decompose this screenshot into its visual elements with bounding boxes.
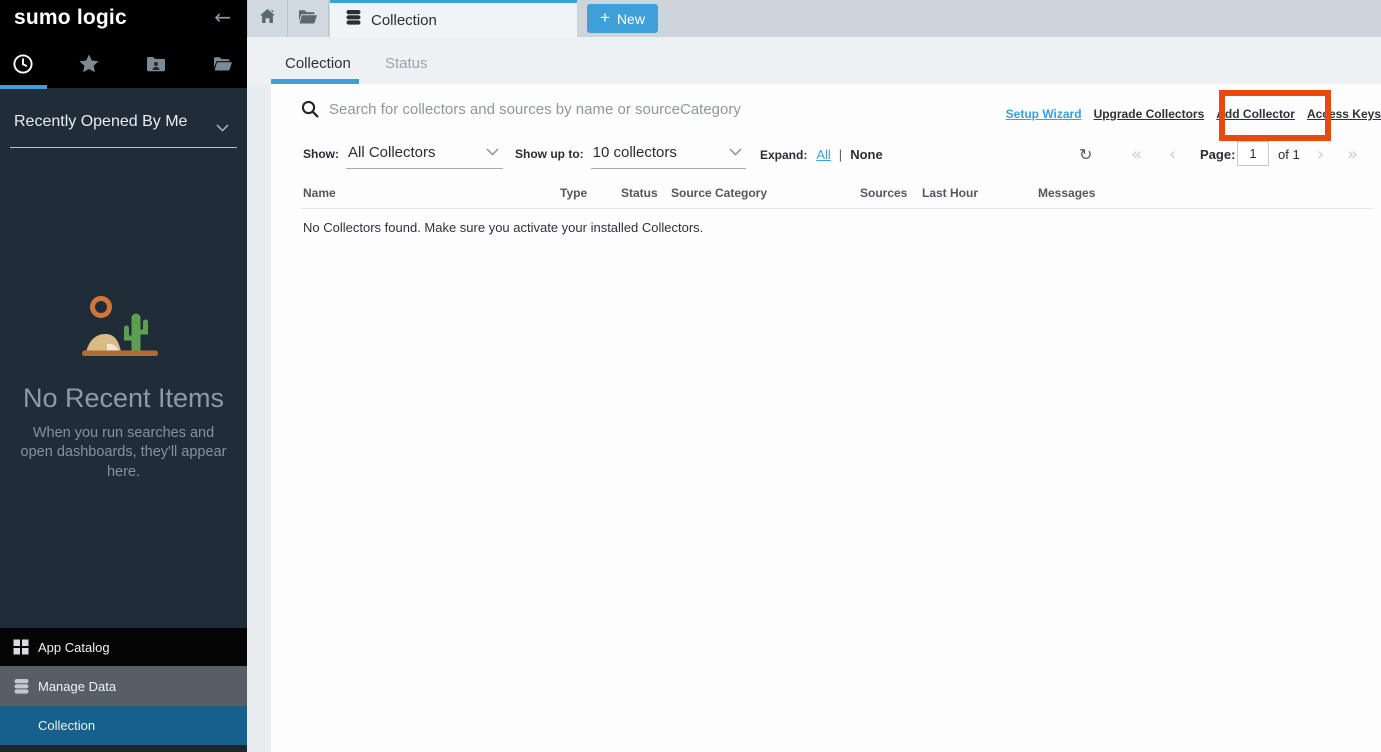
open-folder-icon — [298, 9, 318, 29]
sidebar-item-manage-data[interactable]: Manage Data — [0, 666, 247, 706]
sub-tab-strip: Collection Status — [247, 37, 1381, 84]
page-label: Page: — [1200, 140, 1235, 168]
no-recent-items-title: No Recent Items — [0, 383, 247, 414]
col-type[interactable]: Type — [560, 186, 587, 200]
empty-table-message: No Collectors found. Make sure you activ… — [303, 220, 703, 235]
sidebar-item-label: App Catalog — [38, 640, 110, 655]
sidebar-item-label: Manage Data — [38, 679, 116, 694]
last-page-icon[interactable]: » — [1347, 140, 1358, 168]
page-of-label: of 1 — [1278, 140, 1300, 168]
clock-icon — [13, 54, 33, 79]
panel-gutter — [247, 84, 271, 752]
tab-label: Collection — [371, 12, 437, 29]
dropdown-underline — [10, 147, 237, 148]
recent-scope-dropdown[interactable]: Recently Opened By Me — [0, 88, 247, 148]
prev-page-icon[interactable]: ‹ — [1169, 140, 1176, 168]
search-input[interactable] — [329, 94, 849, 124]
star-icon — [79, 54, 99, 78]
library-button[interactable] — [288, 0, 329, 37]
home-button[interactable] — [247, 0, 288, 37]
grid-icon — [13, 639, 31, 655]
top-tab-bar: Collection + New — [247, 0, 1381, 37]
access-keys-link[interactable]: Access Keys — [1307, 107, 1381, 121]
col-messages[interactable]: Messages — [1038, 186, 1095, 200]
sidebar-tab-shared-content[interactable] — [146, 56, 166, 76]
pagination-bar: ↻ « ‹ Page: of 1 › » — [271, 140, 1381, 168]
next-page-icon[interactable]: › — [1317, 140, 1324, 168]
sidebar-item-collection[interactable]: Collection — [0, 706, 247, 745]
cactus-scene-image — [74, 288, 174, 358]
table-header-row: Name Type Status Source Category Sources… — [271, 186, 1381, 206]
subtab-collection[interactable]: Collection — [285, 55, 351, 72]
first-page-icon[interactable]: « — [1131, 140, 1142, 168]
database-icon — [345, 9, 362, 31]
database-icon — [13, 678, 31, 695]
page-input[interactable] — [1237, 141, 1269, 166]
table-header-divider — [301, 208, 1373, 209]
sidebar: sumo logic ← — [0, 0, 247, 752]
sumo-logic-logo: sumo logic — [14, 6, 127, 30]
app-window: Collection + New Collection Status Setup… — [0, 0, 1381, 752]
collapse-sidebar-icon[interactable]: ← — [214, 5, 231, 29]
search-icon — [301, 100, 319, 123]
toolbar-links: Setup Wizard Upgrade Collectors Add Coll… — [1006, 107, 1381, 121]
setup-wizard-link[interactable]: Setup Wizard — [1006, 107, 1082, 121]
sidebar-bottom-nav: App Catalog Manage Data Collection — [0, 628, 247, 752]
folder-icon — [213, 56, 233, 76]
col-sources[interactable]: Sources — [860, 186, 907, 200]
col-status[interactable]: Status — [621, 186, 658, 200]
home-icon — [259, 8, 276, 29]
sidebar-tab-recents[interactable] — [13, 56, 33, 76]
new-button[interactable]: + New — [587, 4, 658, 33]
sidebar-item-app-catalog[interactable]: App Catalog — [0, 628, 247, 666]
sidebar-tab-personal-folder[interactable] — [213, 56, 233, 76]
subtab-status[interactable]: Status — [385, 55, 428, 72]
no-recent-items-message: When you run searches and open dashboard… — [16, 424, 231, 482]
active-subtab-underline — [271, 79, 359, 84]
col-last-hour[interactable]: Last Hour — [922, 186, 978, 200]
sidebar-header: sumo logic ← — [0, 0, 247, 88]
shared-folder-icon — [146, 56, 166, 77]
upgrade-collectors-link[interactable]: Upgrade Collectors — [1094, 107, 1205, 121]
refresh-icon[interactable]: ↻ — [1079, 140, 1092, 168]
col-name[interactable]: Name — [303, 186, 336, 200]
plus-icon: + — [600, 8, 610, 28]
tab-collection[interactable]: Collection — [330, 0, 577, 37]
new-button-label: New — [617, 11, 645, 27]
search-row: Setup Wizard Upgrade Collectors Add Coll… — [271, 84, 1381, 134]
sidebar-tab-favorites[interactable] — [79, 56, 99, 76]
desert-illustration — [0, 288, 247, 358]
sidebar-bottom-spacer — [0, 745, 247, 752]
collection-panel: Setup Wizard Upgrade Collectors Add Coll… — [271, 84, 1381, 752]
recent-scope-label: Recently Opened By Me — [14, 113, 187, 131]
col-source-category[interactable]: Source Category — [671, 186, 767, 200]
chevron-down-icon — [216, 119, 229, 137]
add-collector-link[interactable]: Add Collector — [1216, 107, 1295, 121]
sidebar-item-label: Collection — [38, 718, 95, 733]
